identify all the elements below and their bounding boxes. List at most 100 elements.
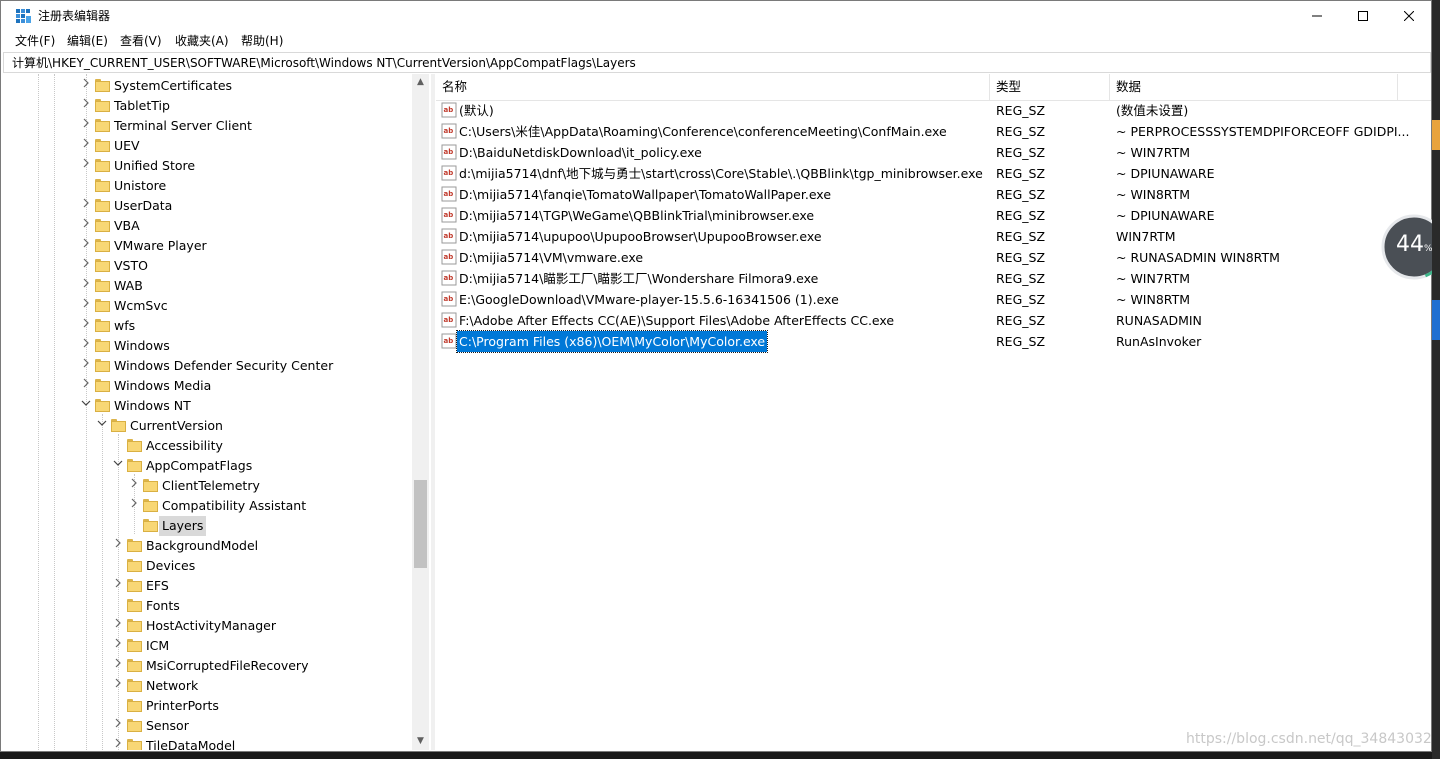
tree-item[interactable]: PrinterPorts	[10, 696, 410, 716]
value-name: (默认)	[459, 103, 494, 118]
tree-item[interactable]: Windows NT	[10, 396, 410, 416]
tree-item[interactable]: Network	[10, 676, 410, 696]
menu-file[interactable]: 文件(F)	[15, 33, 55, 49]
tree-item-label: Layers	[159, 516, 207, 536]
chevron-right-icon[interactable]	[80, 98, 92, 112]
value-type: REG_SZ	[996, 166, 1046, 181]
value-row[interactable]: ab D:\BaiduNetdiskDownload\it_policy.exe R…	[436, 142, 1431, 163]
chevron-down-icon[interactable]	[112, 458, 124, 472]
minimize-button[interactable]	[1294, 1, 1340, 31]
scroll-thumb[interactable]	[414, 480, 427, 568]
chevron-right-icon[interactable]	[112, 618, 124, 632]
tree-item[interactable]: Compatibility Assistant	[10, 496, 410, 516]
menu-edit[interactable]: 编辑(E)	[67, 33, 108, 49]
chevron-right-icon[interactable]	[128, 498, 140, 512]
tree-item[interactable]: Layers	[10, 516, 410, 536]
chevron-right-icon[interactable]	[112, 538, 124, 552]
values-list-pane[interactable]: 名称 类型 数据 ab (默认) REG_SZ (数值未设置) ab C:\Users\米…	[436, 74, 1431, 750]
tree-item[interactable]: UserData	[10, 196, 410, 216]
chevron-down-icon[interactable]	[96, 418, 108, 432]
value-row[interactable]: ab (默认) REG_SZ (数值未设置)	[436, 100, 1431, 121]
tree-item[interactable]: WcmSvc	[10, 296, 410, 316]
value-row[interactable]: ab E:\GoogleDownload\VMware-player-15.5.6…	[436, 289, 1431, 310]
tree-item[interactable]: MsiCorruptedFileRecovery	[10, 656, 410, 676]
chevron-right-icon[interactable]	[112, 658, 124, 672]
speed-widget[interactable]: 44%	[1396, 231, 1433, 263]
value-row[interactable]: ab D:\mijia5714\瞄影工厂\瞄影工厂\Wondershare Fil…	[436, 268, 1431, 289]
tree-item[interactable]: Windows	[10, 336, 410, 356]
column-header-name[interactable]: 名称	[436, 74, 990, 100]
chevron-right-icon[interactable]	[80, 318, 92, 332]
tree-item[interactable]: Unified Store	[10, 156, 410, 176]
tree-item[interactable]: UEV	[10, 136, 410, 156]
value-row[interactable]: ab C:\Users\米佳\AppData\Roaming\Conference…	[436, 121, 1431, 142]
menu-favorites[interactable]: 收藏夹(A)	[175, 33, 229, 49]
chevron-right-icon[interactable]	[112, 638, 124, 652]
chevron-right-icon[interactable]	[80, 218, 92, 232]
tree-item[interactable]: ICM	[10, 636, 410, 656]
chevron-right-icon[interactable]	[112, 678, 124, 692]
tree-item[interactable]: Accessibility	[10, 436, 410, 456]
column-header-type[interactable]: 类型	[990, 74, 1110, 100]
column-header-data[interactable]: 数据	[1110, 74, 1398, 100]
chevron-right-icon[interactable]	[112, 738, 124, 750]
tree-item[interactable]: Windows Media	[10, 376, 410, 396]
tree-item[interactable]: CurrentVersion	[10, 416, 410, 436]
chevron-right-icon[interactable]	[80, 198, 92, 212]
tree-item[interactable]: EFS	[10, 576, 410, 596]
menu-help[interactable]: 帮助(H)	[241, 33, 283, 49]
key-tree-pane[interactable]: SystemCertificates TabletTip Terminal Serv…	[10, 74, 430, 750]
value-row[interactable]: ab D:\mijia5714\fanqie\TomatoWallpaper\To…	[436, 184, 1431, 205]
chevron-right-icon[interactable]	[80, 358, 92, 372]
chevron-right-icon[interactable]	[80, 298, 92, 312]
chevron-right-icon[interactable]	[80, 278, 92, 292]
title-bar[interactable]: 注册表编辑器	[1, 1, 1431, 31]
tree-item[interactable]: Windows Defender Security Center	[10, 356, 410, 376]
value-row[interactable]: ab D:\mijia5714\VM\vmware.exe REG_SZ ~ RUNA…	[436, 247, 1431, 268]
tree-item[interactable]: VBA	[10, 216, 410, 236]
value-data: ~ WIN8RTM	[1116, 187, 1190, 202]
chevron-right-icon[interactable]	[80, 258, 92, 272]
tree-item[interactable]: VMware Player	[10, 236, 410, 256]
scroll-down-arrow-icon[interactable]: ▼	[412, 733, 429, 750]
tree-item[interactable]: TabletTip	[10, 96, 410, 116]
address-bar[interactable]: 计算机\HKEY_CURRENT_USER\SOFTWARE\Microsoft…	[3, 52, 1431, 73]
tree-item[interactable]: HostActivityManager	[10, 616, 410, 636]
chevron-right-icon[interactable]	[80, 238, 92, 252]
tree-item[interactable]: BackgroundModel	[10, 536, 410, 556]
menu-view[interactable]: 查看(V)	[120, 33, 162, 49]
chevron-down-icon[interactable]	[80, 398, 92, 412]
tree-item[interactable]: Terminal Server Client	[10, 116, 410, 136]
chevron-right-icon[interactable]	[80, 158, 92, 172]
folder-icon	[95, 219, 110, 232]
close-button[interactable]	[1386, 1, 1431, 31]
value-row[interactable]: ab F:\Adobe After Effects CC(AE)\Support …	[436, 310, 1431, 331]
chevron-right-icon[interactable]	[80, 78, 92, 92]
tree-item[interactable]: TileDataModel	[10, 736, 410, 750]
chevron-right-icon[interactable]	[80, 118, 92, 132]
value-row[interactable]: ab d:\mijia5714\dnf\地下城与勇士\start\cross\Co…	[436, 163, 1431, 184]
value-row[interactable]: ab D:\mijia5714\upupoo\UpupooBrowser\Upup…	[436, 226, 1431, 247]
tree-item[interactable]: Devices	[10, 556, 410, 576]
chevron-right-icon[interactable]	[112, 718, 124, 732]
chevron-right-icon[interactable]	[80, 378, 92, 392]
tree-item[interactable]: SystemCertificates	[10, 76, 410, 96]
tree-item[interactable]: VSTO	[10, 256, 410, 276]
tree-item[interactable]: wfs	[10, 316, 410, 336]
chevron-right-icon[interactable]	[128, 478, 140, 492]
tree-item[interactable]: Fonts	[10, 596, 410, 616]
maximize-button[interactable]	[1340, 1, 1386, 31]
tree-item[interactable]: Sensor	[10, 716, 410, 736]
chevron-right-icon[interactable]	[80, 138, 92, 152]
chevron-right-icon[interactable]	[80, 338, 92, 352]
tree-item[interactable]: WAB	[10, 276, 410, 296]
tree-item[interactable]: Unistore	[10, 176, 410, 196]
value-row[interactable]: ab C:\Program Files (x86)\OEM\MyColor\MyC…	[436, 330, 1431, 353]
chevron-right-icon[interactable]	[112, 578, 124, 592]
tree-scrollbar[interactable]: ▲ ▼	[412, 74, 429, 750]
tree-item[interactable]: ClientTelemetry	[10, 476, 410, 496]
tree-item[interactable]: AppCompatFlags	[10, 456, 410, 476]
pane-splitter[interactable]	[431, 74, 435, 750]
value-row[interactable]: ab D:\mijia5714\TGP\WeGame\QBBlinkTrial\m…	[436, 205, 1431, 226]
scroll-up-arrow-icon[interactable]: ▲	[412, 74, 429, 91]
